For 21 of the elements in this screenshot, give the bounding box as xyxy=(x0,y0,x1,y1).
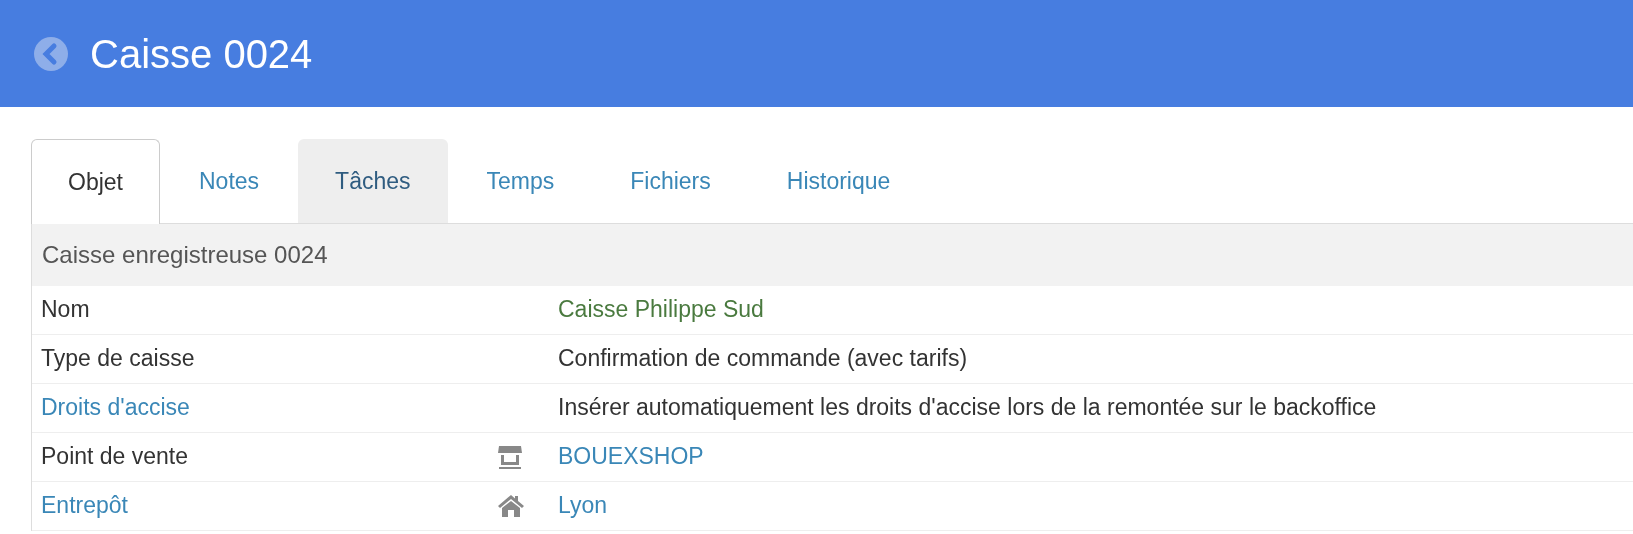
field-label: Point de vente xyxy=(41,443,189,470)
house-icon xyxy=(497,493,525,518)
tab[interactable]: Tâches xyxy=(298,139,448,223)
field-value-link[interactable]: BOUEXSHOP xyxy=(558,439,704,474)
page-title: Caisse 0024 xyxy=(90,30,313,78)
back-icon[interactable] xyxy=(34,36,68,71)
tab[interactable]: Historique xyxy=(749,139,928,223)
field-value: Insérer automatiquement les droits d'accise lors de la remontée sur le backoffice xyxy=(558,393,1377,423)
field-label-link[interactable]: Droits d'accise xyxy=(41,394,190,421)
tab[interactable]: Temps xyxy=(449,139,592,223)
panel-heading: Caisse enregistreuse 0024 xyxy=(32,223,1633,286)
field-label: Nom xyxy=(41,296,90,323)
field-label-link[interactable]: Entrepôt xyxy=(41,492,128,519)
field-value: Caisse Philippe Sud xyxy=(558,295,764,325)
tab[interactable]: Notes xyxy=(162,139,297,223)
shop-icon xyxy=(497,443,523,470)
field-value: Confirmation de commande (avec tarifs) xyxy=(558,344,968,374)
tab[interactable]: Fichiers xyxy=(593,139,748,223)
tab[interactable]: Objet xyxy=(31,139,160,224)
field-label: Type de caisse xyxy=(41,345,195,372)
field-value-link[interactable]: Lyon xyxy=(558,488,608,523)
